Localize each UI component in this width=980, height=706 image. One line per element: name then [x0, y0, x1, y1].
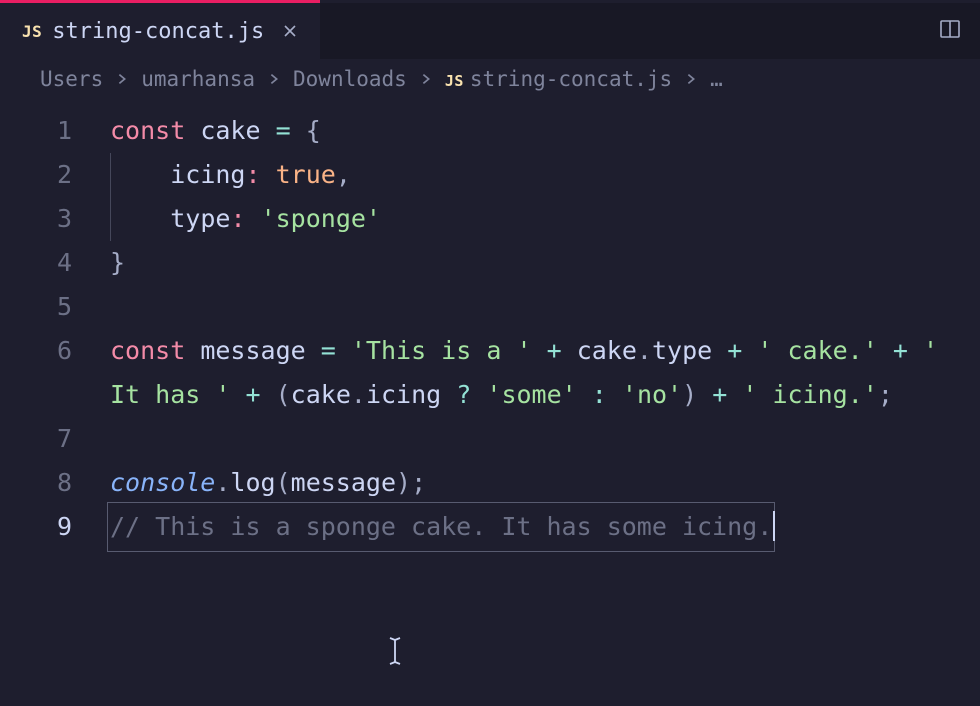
code-line[interactable]: 2 icing: true, — [0, 153, 980, 197]
token-identifier: icing — [366, 380, 441, 409]
breadcrumb-trail[interactable]: … — [710, 67, 723, 91]
token-identifier: message — [291, 468, 396, 497]
code-line[interactable]: 3 type: 'sponge' — [0, 197, 980, 241]
token-keyword: const — [110, 336, 185, 365]
code-line[interactable]: 5 — [0, 285, 980, 329]
token-operator: + — [893, 336, 908, 365]
chevron-right-icon — [684, 67, 698, 91]
token-comma: , — [336, 160, 351, 189]
breadcrumb-item[interactable]: umarhansa — [141, 67, 255, 91]
tab-filename: string-concat.js — [52, 19, 264, 44]
code-line[interactable]: 8 console.log(message); — [0, 461, 980, 505]
token-paren: ( — [276, 468, 291, 497]
js-icon: JS — [445, 72, 464, 90]
breadcrumb-file[interactable]: JS string-concat.js — [445, 67, 672, 91]
breadcrumb-filename: string-concat.js — [470, 67, 672, 91]
token-brace: { — [306, 116, 321, 145]
line-number: 4 — [0, 241, 110, 285]
breadcrumb-item[interactable]: Downloads — [293, 67, 407, 91]
token-operator: : — [592, 380, 607, 409]
code-line[interactable]: 7 — [0, 417, 980, 461]
token-string: 'some' — [486, 380, 576, 409]
line-number: 1 — [0, 109, 110, 153]
token-identifier: message — [200, 336, 305, 365]
token-semicolon: ; — [411, 468, 426, 497]
token-operator: ? — [456, 380, 471, 409]
token-paren: ) — [396, 468, 411, 497]
editor-area[interactable]: 1 const cake = { 2 icing: true, 3 type: … — [0, 99, 980, 549]
token-colon: : — [245, 160, 260, 189]
token-operator: = — [276, 116, 291, 145]
token-identifier: cake — [577, 336, 637, 365]
line-number: 3 — [0, 197, 110, 241]
line-number: 6 — [0, 329, 110, 373]
token-keyword: const — [110, 116, 185, 145]
js-icon: JS — [22, 22, 42, 41]
indent-guide — [110, 197, 111, 241]
code-line[interactable]: 1 const cake = { — [0, 109, 980, 153]
code-line[interactable]: 9 // This is a sponge cake. It has some … — [0, 505, 980, 549]
token-colon: : — [230, 204, 245, 233]
token-paren: ( — [276, 380, 291, 409]
tabs-area: JS string-concat.js — [0, 3, 980, 59]
token-brace: } — [110, 248, 125, 277]
line-number: 8 — [0, 461, 110, 505]
editor-tab[interactable]: JS string-concat.js — [0, 3, 320, 59]
token-string: 'sponge' — [261, 204, 381, 233]
code-line[interactable]: 4 } — [0, 241, 980, 285]
token-identifier: cake — [291, 380, 351, 409]
token-comment: // This is a sponge cake. It has some ic… — [110, 512, 772, 541]
text-caret — [773, 511, 775, 541]
breadcrumb-item[interactable]: Users — [40, 67, 103, 91]
ibeam-cursor-icon — [386, 636, 404, 670]
token-identifier: cake — [200, 116, 260, 145]
token-paren: ) — [682, 380, 697, 409]
token-semicolon: ; — [878, 380, 893, 409]
indent-guide — [110, 153, 111, 197]
token-property: type — [170, 204, 230, 233]
close-icon[interactable] — [280, 21, 300, 41]
token-object: console — [110, 468, 215, 497]
token-operator: + — [547, 336, 562, 365]
line-number: 7 — [0, 417, 110, 461]
token-function: log — [230, 468, 275, 497]
line-number: 2 — [0, 153, 110, 197]
chevron-right-icon — [115, 67, 129, 91]
token-string: 'no' — [622, 380, 682, 409]
token-operator: = — [321, 336, 336, 365]
chevron-right-icon — [267, 67, 281, 91]
code-line[interactable]: 6 const message = 'This is a ' + cake.ty… — [0, 329, 980, 417]
token-string: 'This is a ' — [351, 336, 532, 365]
breadcrumb[interactable]: Users umarhansa Downloads JS string-conca… — [0, 59, 980, 99]
token-dot: . — [351, 380, 366, 409]
token-dot: . — [637, 336, 652, 365]
chevron-right-icon — [419, 67, 433, 91]
token-dot: . — [215, 468, 230, 497]
token-operator: + — [727, 336, 742, 365]
token-operator: + — [712, 380, 727, 409]
token-string: ' cake.' — [757, 336, 877, 365]
split-editor-icon[interactable] — [938, 17, 962, 45]
token-string: ' icing.' — [742, 380, 877, 409]
token-boolean: true — [276, 160, 336, 189]
token-operator: + — [245, 380, 260, 409]
token-identifier: type — [652, 336, 712, 365]
token-property: icing — [170, 160, 245, 189]
line-number: 5 — [0, 285, 110, 329]
line-number: 9 — [0, 505, 110, 549]
